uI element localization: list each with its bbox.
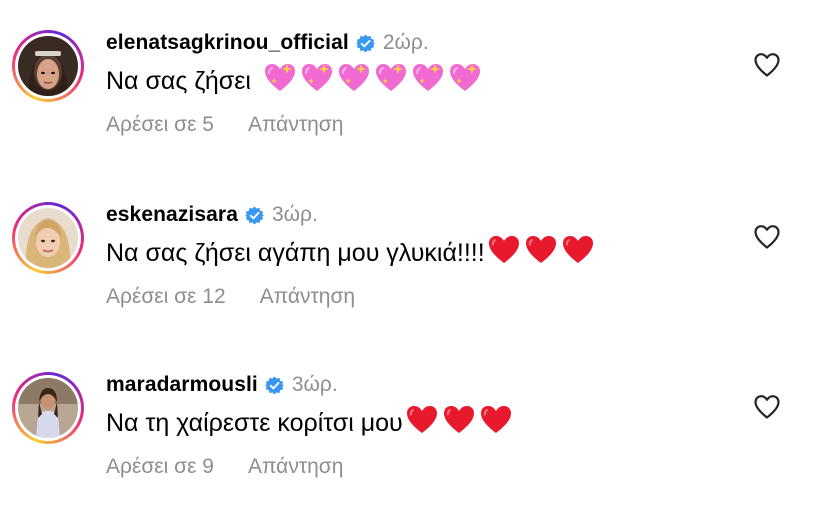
- reply-button[interactable]: Απάντηση: [260, 285, 355, 309]
- verified-badge-icon: [264, 375, 284, 395]
- comment-actions: Αρέσει σε 12 Απάντηση: [106, 285, 355, 309]
- sparkling-heart-icon: [411, 62, 445, 101]
- reply-button[interactable]: Απάντηση: [248, 455, 343, 479]
- red-heart-icon: [405, 404, 439, 443]
- likes-count-link[interactable]: Αρέσει σε 9: [106, 455, 214, 479]
- avatar[interactable]: [12, 202, 84, 274]
- reply-button[interactable]: Απάντηση: [248, 113, 343, 137]
- sparkling-heart-icon: [300, 62, 334, 101]
- comment-body: Να τη χαίρεστε κορίτσι μου: [106, 409, 403, 437]
- sparkling-heart-icon: [448, 62, 482, 101]
- comment-actions: Αρέσει σε 5 Απάντηση: [106, 113, 343, 137]
- red-heart-icon: [561, 234, 595, 273]
- username[interactable]: eskenazisara: [106, 203, 238, 227]
- comment-body: Να σας ζήσει αγάπη μου γλυκιά!!!!: [106, 239, 485, 267]
- red-heart-icon: [487, 234, 521, 273]
- comment-actions: Αρέσει σε 9 Απάντηση: [106, 455, 343, 479]
- sparkling-heart-icon: [374, 62, 408, 101]
- likes-count-link[interactable]: Αρέσει σε 5: [106, 113, 214, 137]
- timestamp: 3ώρ.: [271, 203, 318, 226]
- comment-header: eskenazisara 3ώρ.: [106, 200, 318, 230]
- red-heart-icon: [524, 234, 558, 273]
- red-heart-icon: [442, 404, 476, 443]
- heart-outline-icon[interactable]: [753, 52, 781, 78]
- likes-count-link[interactable]: Αρέσει σε 12: [106, 285, 226, 309]
- verified-badge-icon: [355, 33, 375, 53]
- comment-item: eskenazisara 3ώρ. Να σας ζήσει αγάπη μου…: [0, 172, 828, 342]
- heart-outline-icon[interactable]: [753, 394, 781, 420]
- comment-header: maradarmousli 3ώρ.: [106, 370, 338, 400]
- comment-text: Να σας ζήσει: [106, 62, 482, 101]
- heart-outline-icon[interactable]: [753, 224, 781, 250]
- verified-badge-icon: [244, 205, 264, 225]
- comment-body: Να σας ζήσει: [106, 67, 251, 95]
- comment-text: Να σας ζήσει αγάπη μου γλυκιά!!!!: [106, 234, 595, 273]
- username[interactable]: maradarmousli: [106, 373, 258, 397]
- avatar-image: [18, 378, 78, 438]
- avatar-image: [18, 36, 78, 96]
- username[interactable]: elenatsagkrinou_official: [106, 31, 349, 55]
- avatar[interactable]: [12, 372, 84, 444]
- sparkling-heart-icon: [263, 62, 297, 101]
- timestamp: 3ώρ.: [291, 373, 338, 396]
- timestamp: 2ώρ.: [382, 31, 429, 54]
- comment-header: elenatsagkrinou_official 2ώρ.: [106, 28, 429, 58]
- avatar-image: [18, 208, 78, 268]
- comment-item: elenatsagkrinou_official 2ώρ. Να σας ζήσ…: [0, 0, 828, 170]
- comment-text: Να τη χαίρεστε κορίτσι μου: [106, 404, 513, 443]
- comment-item: maradarmousli 3ώρ. Να τη χαίρεστε κορίτσ…: [0, 342, 828, 509]
- sparkling-heart-icon: [337, 62, 371, 101]
- red-heart-icon: [479, 404, 513, 443]
- avatar[interactable]: [12, 30, 84, 102]
